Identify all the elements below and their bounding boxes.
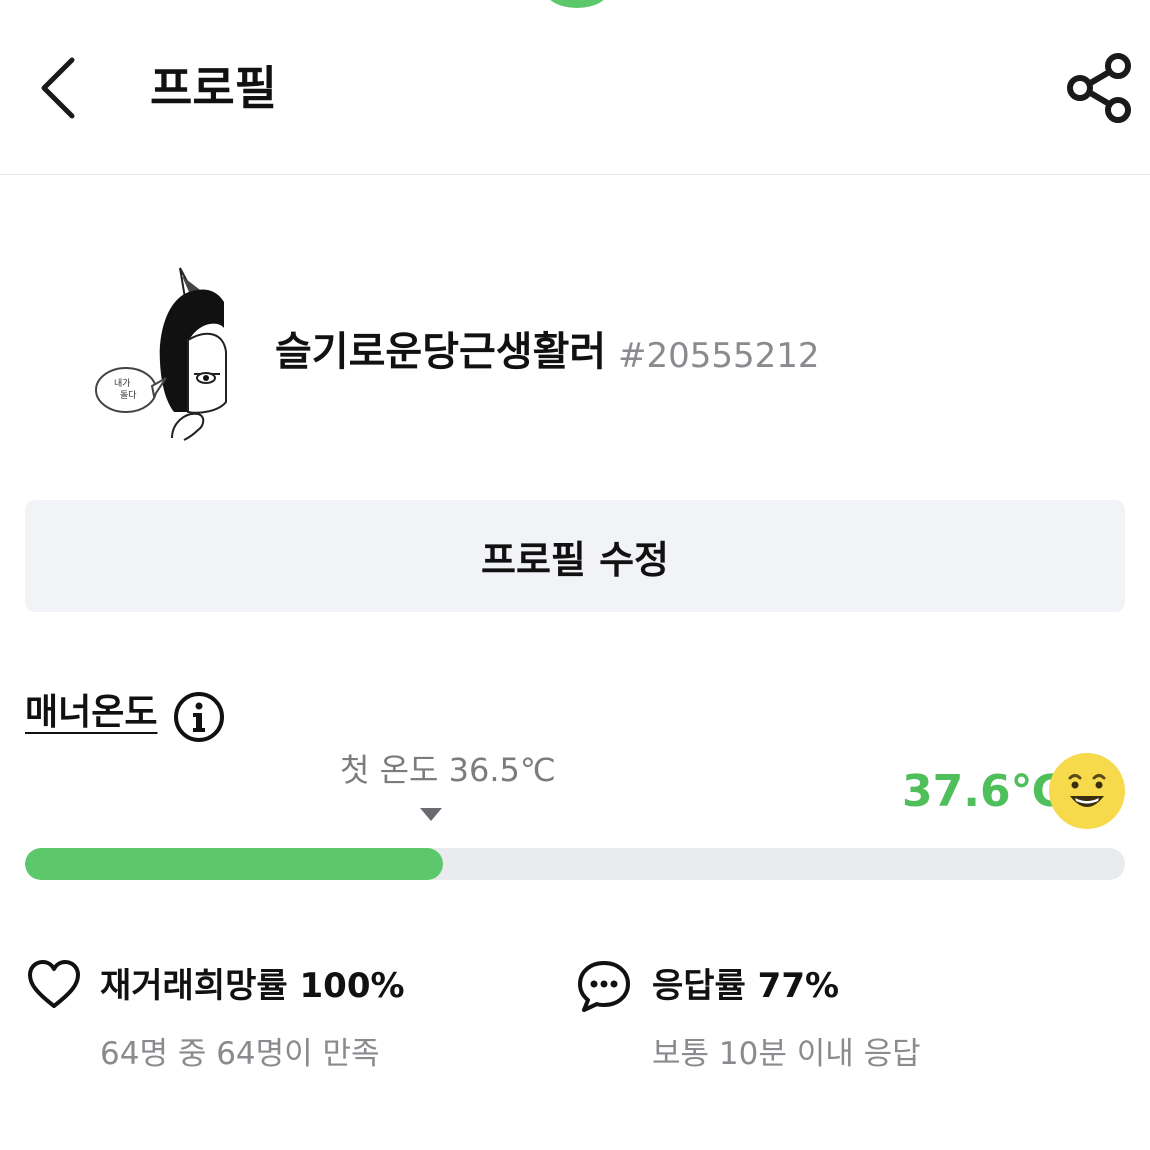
response-rate-detail: 보통 10분 이내 응답 [652,1036,921,1072]
first-temperature-marker [420,808,442,821]
user-id: #20555212 [618,336,820,376]
smiley-face-icon [1048,752,1126,830]
edit-profile-label: 프로필 수정 [480,537,670,582]
rebuy-rate-label: 재거래희망률 100% [100,966,405,1006]
edit-profile-button[interactable]: 프로필 수정 [25,500,1125,612]
response-rate-label: 응답률 77% [652,966,840,1006]
chevron-left-icon [30,50,90,126]
chat-bubble-icon [576,958,632,1014]
first-temperature-label: 첫 온도 36.5℃ [340,751,556,789]
share-icon [1064,53,1136,130]
nickname: 슬기로운당근생활러 [275,329,607,375]
info-icon[interactable] [172,690,226,744]
page-title: 프로필 [150,61,277,115]
app-header: 프로필 [0,0,1150,175]
manner-temperature-bar [25,848,1125,880]
avatar-illustration: 내가 돌다 [95,267,227,441]
heart-icon [26,958,82,1014]
share-button[interactable] [1064,50,1136,126]
avatar[interactable]: 내가 돌다 [48,262,238,442]
rebuy-rate-detail: 64명 중 64명이 만족 [100,1036,380,1072]
manner-temperature-value: 37.6℃ [902,766,1064,817]
manner-temperature-label[interactable]: 매너온도 [25,686,157,740]
svg-text:내가: 내가 [114,378,131,389]
manner-temperature-fill [25,848,443,880]
back-button[interactable] [30,50,90,126]
svg-text:돌다: 돌다 [120,390,137,401]
